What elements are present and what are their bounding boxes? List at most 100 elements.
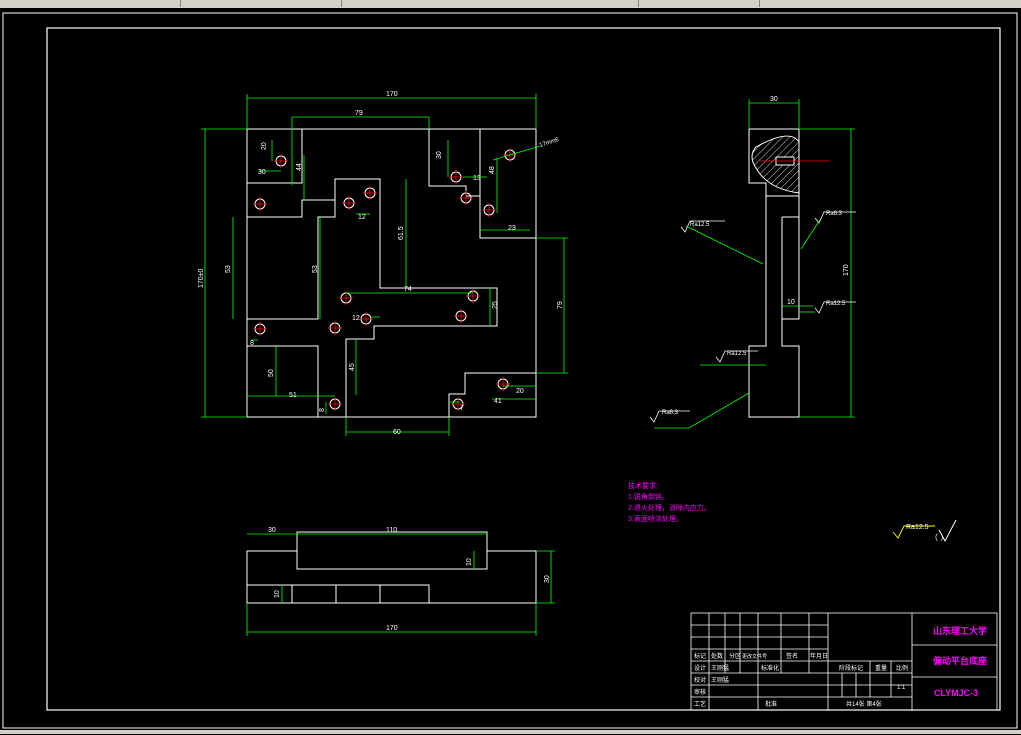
dim-51: 51 <box>289 392 297 399</box>
holes <box>254 149 516 410</box>
cad-drawing[interactable]: 170 79 20 30 44 30 17mm6 13 48 23 12 61.… <box>0 8 1021 730</box>
dim-23: 23 <box>508 225 516 232</box>
bottom-slot <box>296 551 488 570</box>
front-dimensions <box>201 94 568 436</box>
roughness-label: Ra6.3 <box>662 410 679 416</box>
hdr-change: 更改文件号 <box>742 653 767 660</box>
notes-line: 3.表面喷涂处理。 <box>628 514 683 523</box>
dim-79: 79 <box>355 110 363 117</box>
stage-mark: 阶段标记 <box>839 664 863 672</box>
scale-value: 1:1 <box>897 685 906 691</box>
roughness-symbols: Ra12.5 Ra6.3 Ra12.5 Ra12.5 Ra6.3 <box>649 211 856 429</box>
hole-centerlines <box>253 148 517 411</box>
standardization: 标准化 <box>761 664 779 672</box>
outline-left-bottom <box>246 129 449 418</box>
roughness-label: Ra12.5 <box>826 301 846 307</box>
dim-12b: 12 <box>352 315 360 322</box>
approve: 批准 <box>765 700 777 708</box>
left-pocket <box>246 200 336 320</box>
hdr-count: 处数 <box>711 652 723 660</box>
roughness-symbol: Ra12.5 <box>680 220 764 265</box>
dim-74: 74 <box>404 286 412 293</box>
roughness-label: Ra12.5 <box>690 222 710 228</box>
dim-48: 48 <box>489 166 496 174</box>
role-design: 设计 <box>694 664 706 672</box>
drawing-canvas[interactable]: 170 79 20 30 44 30 17mm6 13 48 23 12 61.… <box>0 8 1021 730</box>
technical-notes: 技术要求： 1.锐角倒钝。 2.退火处理，消除内应力。 3.表面喷涂处理。 <box>628 481 711 523</box>
center-pocket <box>247 178 498 417</box>
dim-12: 12 <box>358 214 366 221</box>
dim-10-bottom: 10 <box>466 558 473 566</box>
roughness-symbol: Ra6.3 <box>649 392 750 429</box>
dim-8: 8 <box>250 340 254 347</box>
dim-17mm6: 17mm6 <box>539 137 561 149</box>
toolbar-segment[interactable] <box>181 0 342 7</box>
hdr-mark: 标记 <box>694 652 706 660</box>
part-name: 偏动平台底座 <box>933 655 987 666</box>
dim-170-side: 170 <box>843 264 850 276</box>
status-bar <box>0 730 1021 734</box>
dim-79-right: 79 <box>557 301 564 309</box>
dim-13: 13 <box>473 175 481 182</box>
role-process: 工艺 <box>694 700 706 708</box>
notes-title: 技术要求： <box>628 481 663 490</box>
sheet-inner-border <box>46 27 1001 711</box>
bottom-outline <box>246 531 537 604</box>
dim-170-height: 170±0 <box>198 268 205 288</box>
dim-30-left: 30 <box>258 169 266 176</box>
sheet-count: 共14张 第4张 <box>846 700 882 708</box>
dim-10-side: 10 <box>787 299 795 306</box>
roughness-label: Ra6.3 <box>826 211 843 217</box>
dim-30-bottom-v: 30 <box>544 575 551 583</box>
dim-170-bottom: 170 <box>386 625 398 632</box>
ratio: 比例 <box>896 664 908 672</box>
hdr-sign: 签名 <box>786 652 798 660</box>
general-roughness: Ra12.5 （ ） <box>892 519 957 543</box>
school-name: 山东理工大学 <box>933 625 987 636</box>
step-a <box>247 129 303 184</box>
role-check: 校对 <box>694 676 706 684</box>
dim-170-width: 170 <box>386 91 398 98</box>
dim-20: 20 <box>261 142 268 150</box>
notes-line: 1.锐角倒钝。 <box>628 492 669 501</box>
dim-60: 60 <box>393 429 401 436</box>
roughness-symbol: Ra12.5 <box>700 350 766 366</box>
dim-110: 110 <box>386 527 397 534</box>
dim-20b: 20 <box>516 388 524 395</box>
sheet-outer-border <box>2 12 1018 729</box>
title-block-text: 山东理工大学 偏动平台底座 CLYMJC-3 1:1 共14张 第4张 标记 处… <box>694 625 987 708</box>
dim-50: 50 <box>268 369 275 377</box>
dim-10b-bottom: 10 <box>274 590 281 598</box>
dim-30-right: 30 <box>436 151 443 159</box>
bottom-view: 30 110 10 30 10 170 <box>246 527 555 636</box>
dim-53-mid: 53 <box>312 265 319 273</box>
dim-44: 44 <box>296 163 303 171</box>
roughness-label: Ra12.5 <box>727 351 747 357</box>
weight: 重量 <box>875 664 887 672</box>
front-view: 170 79 20 30 44 30 17mm6 13 48 23 12 61.… <box>198 91 568 436</box>
lower-left-block <box>247 345 319 417</box>
roughness-symbol: Ra6.3 <box>800 211 856 250</box>
hdr-date: 年月日 <box>810 652 828 660</box>
notes-line: 2.退火处理，消除内应力。 <box>628 503 711 512</box>
name-design: 王刚猛 <box>711 664 729 672</box>
hdr-zone: 分区 <box>729 652 741 660</box>
upper-right-block <box>479 128 537 238</box>
dim-30-side: 30 <box>770 96 778 103</box>
dim-25: 25 <box>492 301 499 309</box>
dim-45: 45 <box>349 363 356 371</box>
dim-41: 41 <box>494 398 502 405</box>
dim-8b: 8 <box>319 408 326 412</box>
general-roughness-label: Ra12.5 <box>906 524 929 531</box>
name-check: 王刚猛 <box>711 676 729 684</box>
general-roughness-parens: （ ） <box>930 533 948 542</box>
roughness-symbol: Ra12.5 <box>799 301 856 314</box>
toolbar-segment[interactable] <box>639 0 760 7</box>
toolbar-segment[interactable] <box>0 0 181 7</box>
dim-7: 7 <box>460 405 464 412</box>
dim-53-left: 53 <box>225 265 232 273</box>
side-view: 30 170 10 Ra12.5 Ra6.3 Ra12.5 Ra12.5 Ra6… <box>649 96 856 429</box>
toolbar-segment[interactable] <box>342 0 639 7</box>
dim-61-5: 61.5 <box>398 226 405 240</box>
dim-30-bottom: 30 <box>268 527 276 534</box>
